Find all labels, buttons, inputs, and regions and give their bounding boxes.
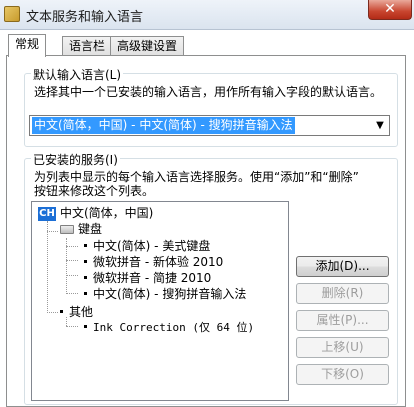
keyboard-icon [60, 225, 74, 234]
tree-connector [66, 246, 78, 247]
tree-connector [47, 231, 58, 232]
window-title: 文本服务和输入语言 [26, 10, 144, 25]
bullet-icon [84, 259, 87, 263]
tree-item-keyboard-group[interactable]: 键盘 [78, 221, 102, 237]
tree-connector [66, 326, 78, 327]
tree-item-keyboard[interactable]: 中文(简体) - 美式键盘 [84, 238, 210, 254]
default-language-selected: 中文(简体，中国) - 中文(简体) - 搜狗拼音输入法 [32, 117, 295, 134]
properties-button[interactable]: 属性(P)... [296, 310, 389, 331]
tree-item-keyboard[interactable]: 中文(简体) - 搜狗拼音输入法 [84, 286, 246, 302]
tree-item-other-group[interactable]: 其他 [60, 304, 93, 320]
installed-services-description-2: 按钮来修改这个列表。 [34, 184, 155, 198]
chevron-down-icon[interactable]: ▼ [371, 116, 389, 135]
bullet-icon [60, 309, 63, 313]
other-item-label: Ink Correction (仅 64 位) [93, 321, 255, 334]
remove-button[interactable]: 删除(R) [296, 283, 389, 304]
close-button[interactable]: ✕ [368, 0, 412, 20]
tree-connector [66, 293, 78, 294]
tree-item-keyboard[interactable]: 微软拼音 - 新体验 2010 [84, 254, 223, 270]
other-group-label: 其他 [69, 305, 94, 319]
keyboard-label: 微软拼音 - 新体验 2010 [93, 255, 224, 269]
default-language-legend: 默认输入语言(L) [31, 66, 124, 83]
app-icon [4, 6, 20, 22]
tree-item-language[interactable]: 中文(简体，中国) [60, 205, 153, 221]
title-bar: 文本服务和输入语言 ✕ [0, 0, 414, 30]
installed-services-tree[interactable]: CH 中文(简体，中国) 键盘 中文(简体) - 美式键盘 微软拼音 - 新体验… [31, 201, 289, 401]
tree-connector [66, 275, 78, 276]
add-button[interactable]: 添加(D)... [296, 256, 389, 277]
tab-advanced-key-settings[interactable]: 高级键设置 [110, 36, 185, 55]
move-up-button[interactable]: 上移(U) [296, 337, 389, 358]
tree-item-other[interactable]: Ink Correction (仅 64 位) [84, 320, 254, 336]
tab-strip: 常规 语言栏 高级键设置 [6, 34, 406, 57]
bullet-icon [84, 275, 87, 279]
bullet-icon [84, 243, 87, 247]
bullet-icon [84, 325, 87, 328]
tree-connector [66, 260, 78, 261]
default-language-description: 选择其中一个已安装的输入语言，用作所有输入字段的默认语言。 [34, 85, 383, 99]
tree-item-keyboard[interactable]: 微软拼音 - 简捷 2010 [84, 270, 211, 286]
keyboard-label: 微软拼音 - 简捷 2010 [93, 271, 212, 285]
tab-language-bar[interactable]: 语言栏 [62, 36, 113, 55]
installed-services-legend: 已安装的服务(I) [31, 151, 120, 168]
tab-general[interactable]: 常规 [8, 34, 47, 57]
language-badge-icon: CH [38, 207, 56, 221]
bullet-icon [84, 291, 87, 295]
move-down-button[interactable]: 下移(O) [296, 364, 389, 385]
tree-connector [47, 221, 48, 313]
default-language-select[interactable]: 中文(简体，中国) - 中文(简体) - 搜狗拼音输入法 ▼ [29, 115, 390, 136]
tree-connector [47, 312, 58, 313]
keyboard-label: 中文(简体) - 美式键盘 [93, 239, 211, 253]
keyboard-label: 中文(简体) - 搜狗拼音输入法 [93, 287, 247, 301]
